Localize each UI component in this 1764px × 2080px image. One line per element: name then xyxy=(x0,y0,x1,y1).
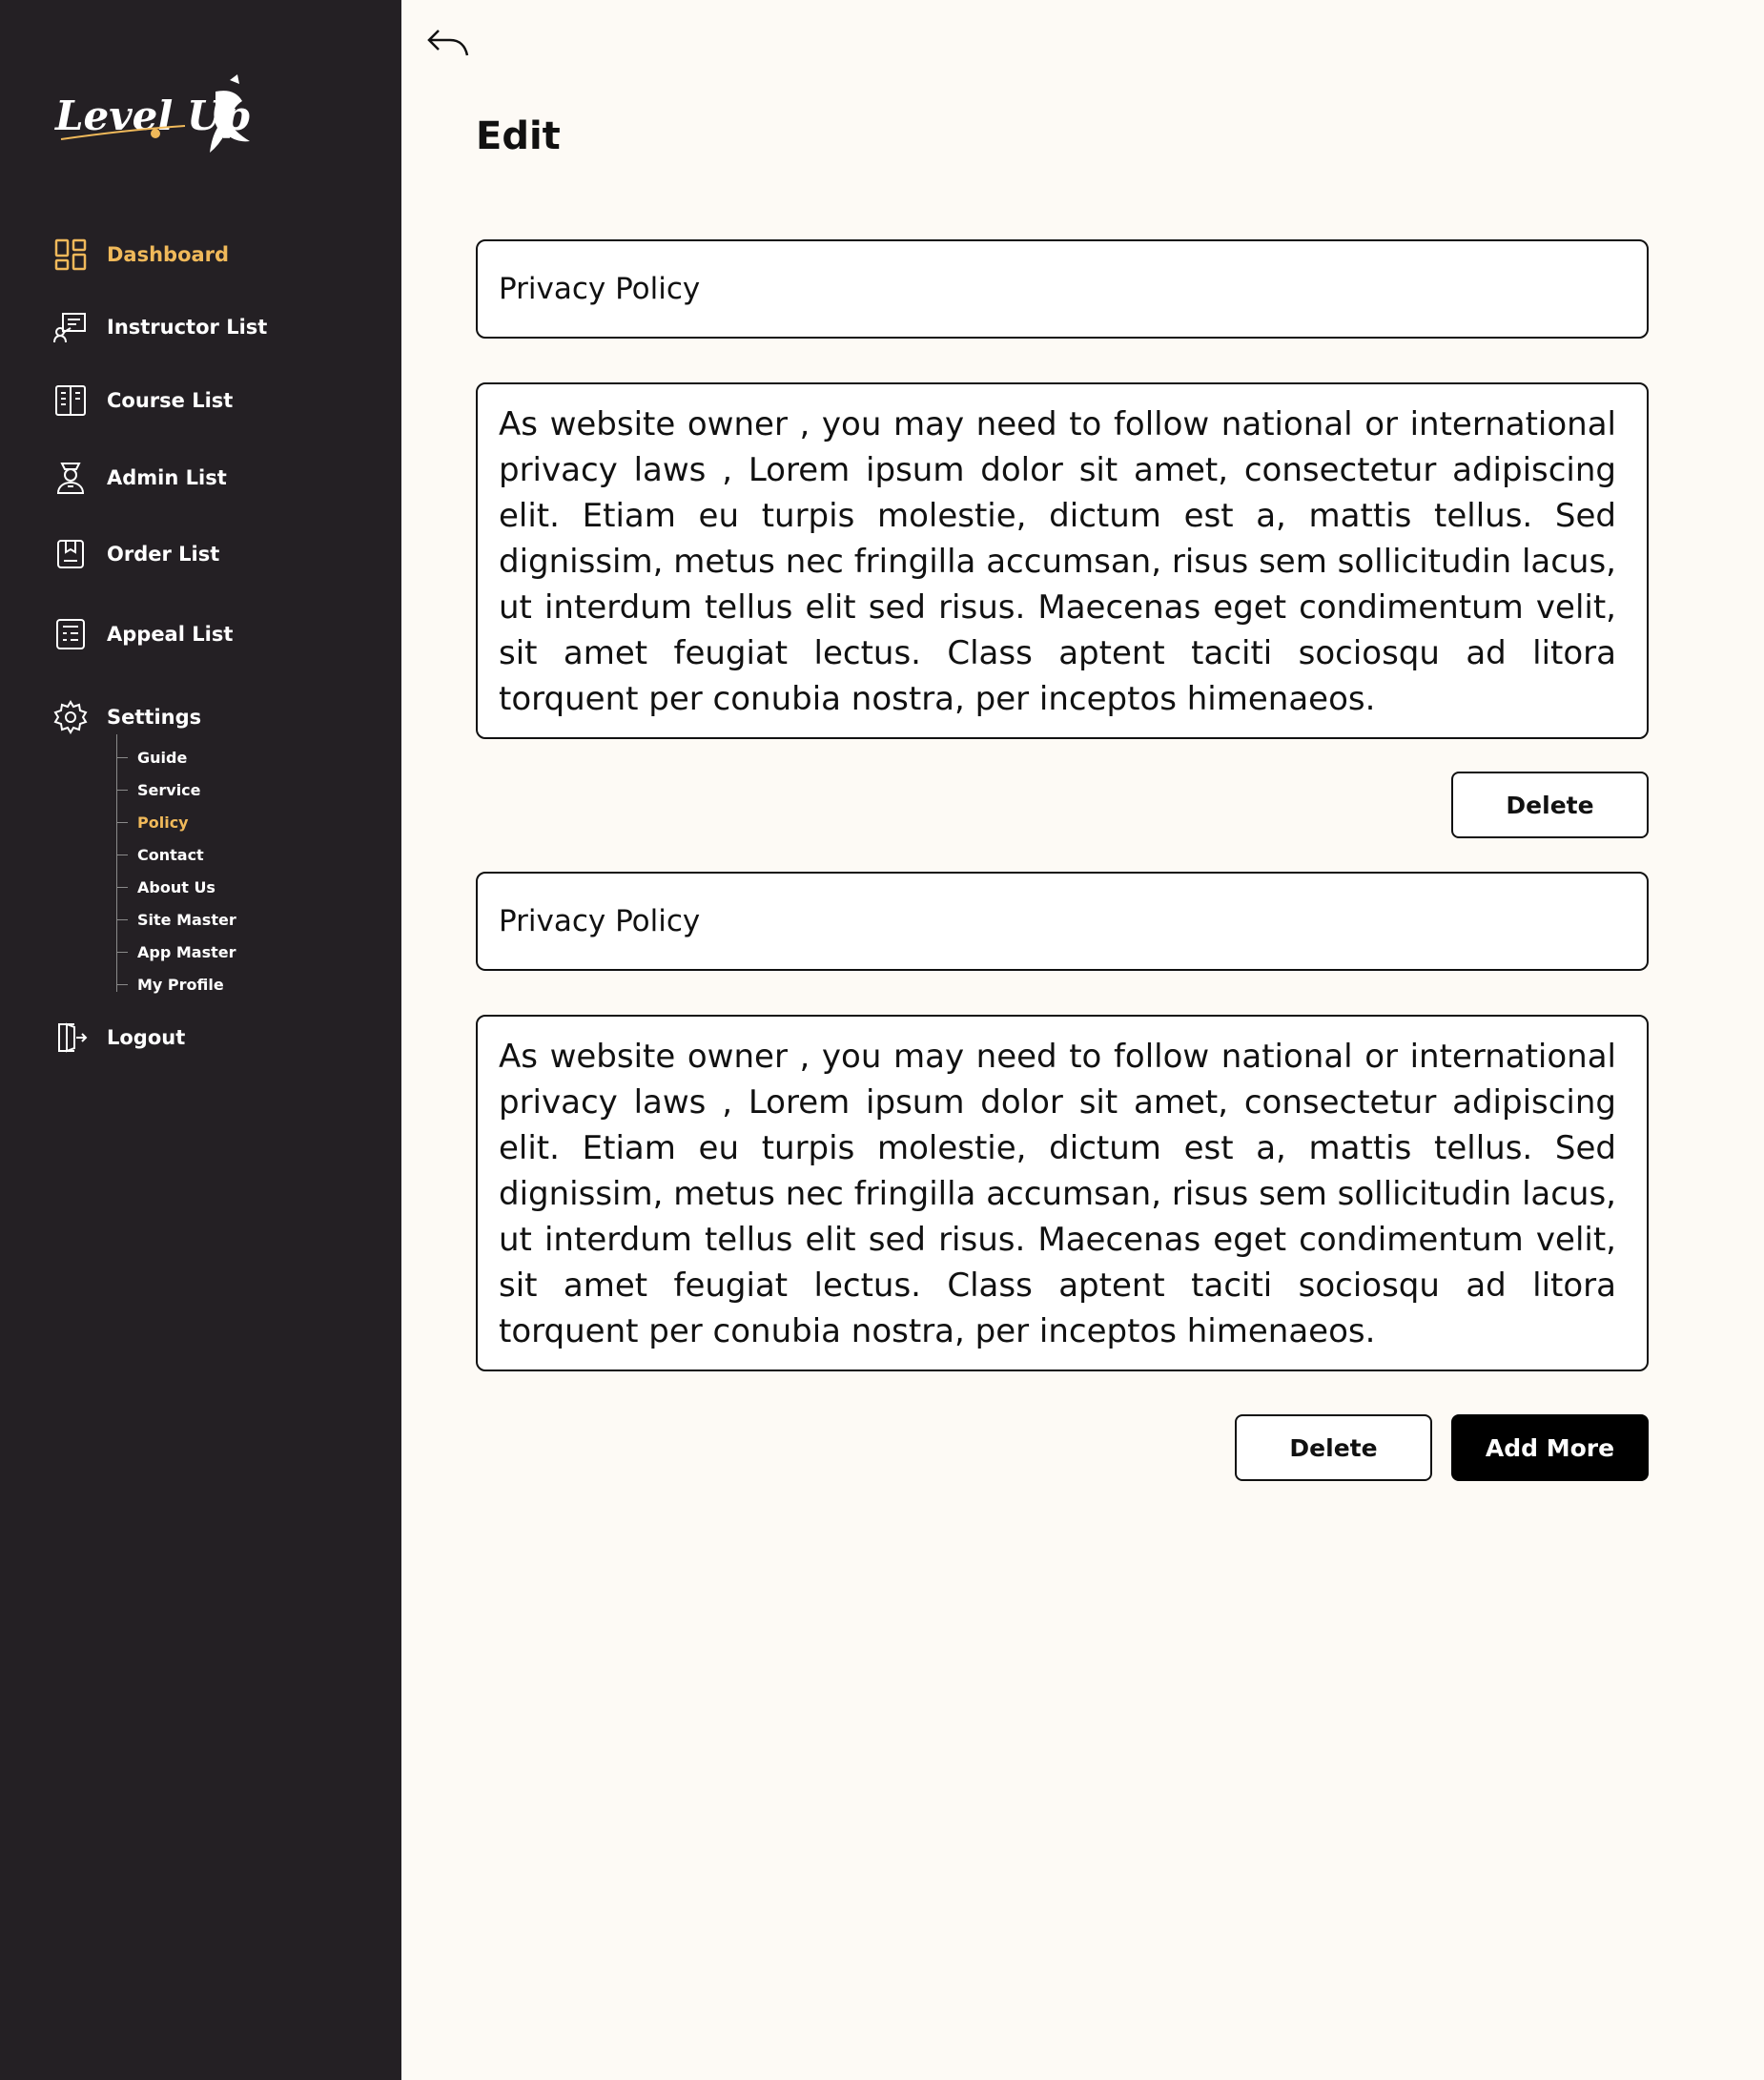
sidebar-subitem-site-master[interactable]: Site Master xyxy=(116,907,236,932)
sidebar: Level Up Dashboard Instructor List Cours… xyxy=(0,0,401,2080)
gear-icon xyxy=(53,700,88,734)
sidebar-subitem-contact[interactable]: Contact xyxy=(116,842,204,867)
subitem-label: App Master xyxy=(137,942,236,961)
sidebar-item-dashboard[interactable]: Dashboard xyxy=(53,234,229,276)
sidebar-item-label: Admin List xyxy=(107,466,227,489)
sidebar-subitem-app-master[interactable]: App Master xyxy=(116,939,236,964)
delete-button[interactable]: Delete xyxy=(1235,1414,1432,1481)
back-button[interactable] xyxy=(425,25,471,63)
course-icon xyxy=(53,383,88,418)
order-icon xyxy=(53,537,88,571)
appeal-icon xyxy=(53,617,88,651)
section-body-textarea[interactable]: As website owner , you may need to follo… xyxy=(476,382,1649,739)
sidebar-item-label: Order List xyxy=(107,543,220,566)
logout-icon xyxy=(53,1020,88,1055)
section-title-input[interactable]: Privacy Policy xyxy=(476,872,1649,971)
sidebar-item-label: Course List xyxy=(107,389,234,412)
sidebar-item-settings[interactable]: Settings xyxy=(53,696,201,738)
sidebar-subitem-guide[interactable]: Guide xyxy=(116,745,187,770)
page-title: Edit xyxy=(476,114,561,158)
subitem-label: Contact xyxy=(137,845,204,864)
dashboard-icon xyxy=(53,237,88,272)
subitem-label: My Profile xyxy=(137,975,224,994)
sidebar-item-label: Instructor List xyxy=(107,316,268,339)
sidebar-item-appeal-list[interactable]: Appeal List xyxy=(53,613,233,655)
sidebar-item-order-list[interactable]: Order List xyxy=(53,533,219,575)
sidebar-subitem-service[interactable]: Service xyxy=(116,777,201,802)
subitem-label: Site Master xyxy=(137,910,236,929)
admin-icon xyxy=(53,461,88,495)
sidebar-item-admin-list[interactable]: Admin List xyxy=(53,457,227,499)
instructor-icon xyxy=(53,310,88,344)
subitem-label: Guide xyxy=(137,748,188,767)
sidebar-item-label: Logout xyxy=(107,1026,186,1049)
subitem-label: Service xyxy=(137,780,201,799)
subitem-label: Policy xyxy=(137,813,189,832)
back-arrow-icon xyxy=(427,30,469,56)
delete-button[interactable]: Delete xyxy=(1451,772,1649,838)
sidebar-subitem-my-profile[interactable]: My Profile xyxy=(116,972,224,997)
sidebar-item-instructor-list[interactable]: Instructor List xyxy=(53,306,267,348)
subitem-label: About Us xyxy=(137,877,215,896)
sidebar-item-label: Settings xyxy=(107,706,202,729)
brand-logo[interactable]: Level Up xyxy=(53,72,273,158)
sidebar-item-label: Appeal List xyxy=(107,623,234,646)
add-more-button[interactable]: Add More xyxy=(1451,1414,1649,1481)
level-up-logo: Level Up xyxy=(54,74,250,153)
section-title-input[interactable]: Privacy Policy xyxy=(476,239,1649,339)
sidebar-subitem-about-us[interactable]: About Us xyxy=(116,875,215,899)
sidebar-item-logout[interactable]: Logout xyxy=(53,1017,185,1059)
sidebar-item-course-list[interactable]: Course List xyxy=(53,380,233,422)
sidebar-subitem-policy[interactable]: Policy xyxy=(116,810,189,834)
section-body-textarea[interactable]: As website owner , you may need to follo… xyxy=(476,1015,1649,1371)
sidebar-item-label: Dashboard xyxy=(107,243,230,266)
